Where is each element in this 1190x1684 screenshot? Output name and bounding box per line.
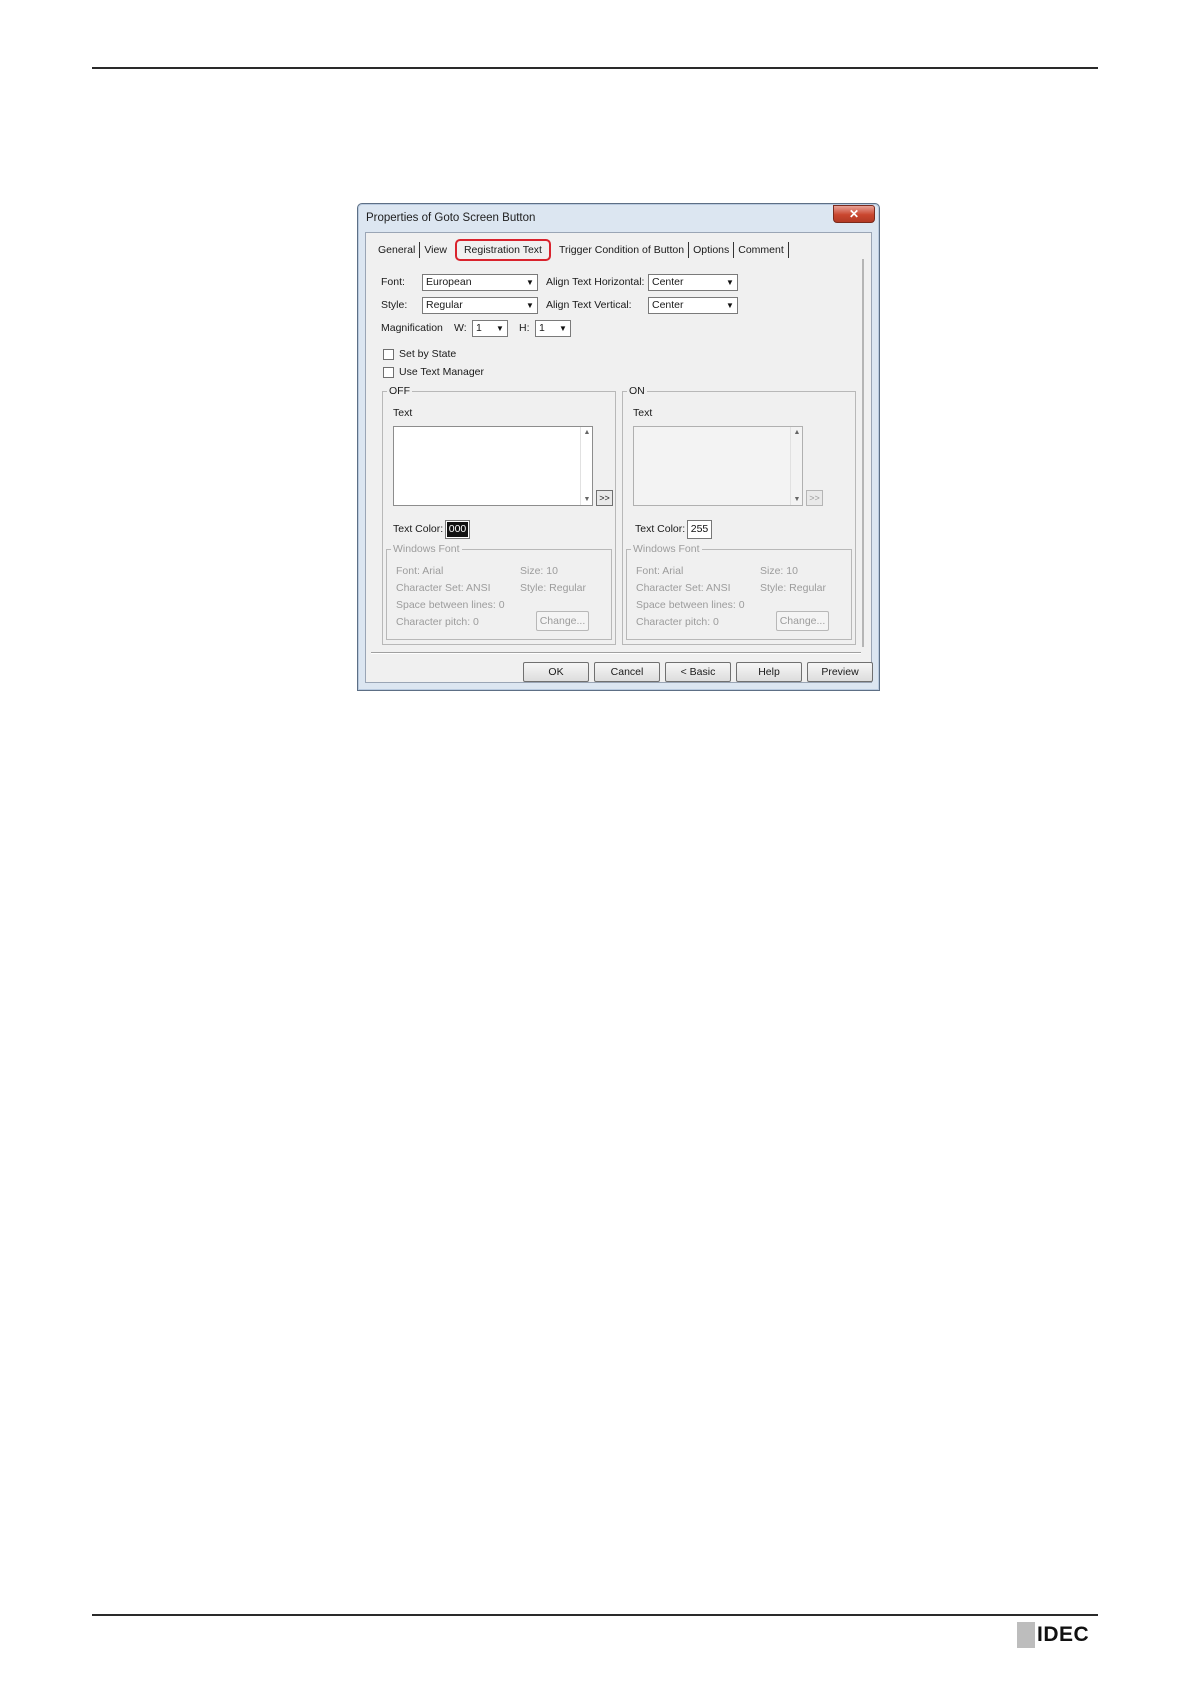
off-wf-spacing: Space between lines: 0 [396,599,505,611]
chevron-down-icon: ▼ [496,324,504,333]
on-windows-font-legend: Windows Font [631,543,702,555]
align-horizontal-select[interactable]: Center ▼ [648,274,738,291]
on-text-input[interactable]: ▲ ▼ [633,426,803,506]
tab-view[interactable]: View [420,242,451,258]
cancel-button[interactable]: Cancel [594,662,660,682]
close-button[interactable]: ✕ [833,205,875,223]
align-vertical-select[interactable]: Center ▼ [648,297,738,314]
tab-options[interactable]: Options [689,242,735,258]
title-bar: Properties of Goto Screen Button ✕ [358,204,879,232]
tab-general[interactable]: General [374,242,421,258]
on-windows-font-group: Windows Font Font: Arial Size: 10 Charac… [626,543,852,640]
off-text-input[interactable]: ▲ ▼ [393,426,593,506]
chevron-down-icon: ▼ [526,301,534,310]
magnification-h-select[interactable]: 1 ▼ [535,320,571,337]
logo-mark [1017,1622,1035,1648]
style-label: Style: [381,299,408,311]
tab-registration-text[interactable]: Registration Text [454,239,551,261]
off-group: OFF Text ▲ ▼ >> Text Color: 000 Windows … [382,385,616,645]
align-vertical-value: Center [652,299,684,311]
on-text-expand-button[interactable]: >> [806,490,823,506]
button-row-separator [371,652,861,654]
on-text-label: Text [633,407,653,419]
footer-rule [92,1614,1098,1616]
off-text-color-button[interactable]: 000 [445,520,470,539]
dialog-client-area: General View Registration Text Trigger C… [365,232,873,683]
align-horizontal-label: Align Text Horizontal: [546,276,645,288]
on-group: ON Text ▲ ▼ >> Text Color: 255 Windows F… [622,385,856,645]
font-select[interactable]: European ▼ [422,274,538,291]
header-rule [92,67,1098,69]
use-text-manager-label: Use Text Manager [399,366,485,378]
help-button[interactable]: Help [736,662,802,682]
magnification-label: Magnification [381,322,443,334]
magnification-w-select[interactable]: 1 ▼ [472,320,508,337]
on-wf-pitch: Character pitch: 0 [636,616,719,628]
on-group-legend: ON [627,385,647,397]
on-text-color-button[interactable]: 255 [687,520,712,539]
on-text-scrollbar[interactable]: ▲ ▼ [790,427,802,505]
magnification-h-value: 1 [539,322,545,334]
off-text-label: Text [393,407,413,419]
off-wf-charset: Character Set: ANSI [396,582,491,594]
dialog-title: Properties of Goto Screen Button [366,212,536,224]
off-change-font-button[interactable]: Change... [536,611,589,631]
tab-comment[interactable]: Comment [734,242,789,258]
on-wf-size: Size: 10 [760,565,798,577]
off-group-legend: OFF [387,385,412,397]
logo-text: IDEC [1037,1623,1090,1646]
use-text-manager-checkbox[interactable] [383,367,394,378]
chevron-down-icon: ▼ [559,324,567,333]
basic-button[interactable]: < Basic [665,662,731,682]
scroll-up-icon[interactable]: ▲ [791,429,803,436]
scroll-down-icon[interactable]: ▼ [791,496,803,503]
align-vertical-label: Align Text Vertical: [546,299,632,311]
set-by-state-checkbox[interactable] [383,349,394,360]
tab-page-edge [862,259,864,647]
off-wf-pitch: Character pitch: 0 [396,616,479,628]
off-text-scrollbar[interactable]: ▲ ▼ [580,427,592,505]
off-text-expand-button[interactable]: >> [596,490,613,506]
off-wf-style: Style: Regular [520,582,586,594]
style-select[interactable]: Regular ▼ [422,297,538,314]
font-select-value: European [426,276,472,288]
tab-strip: General View Registration Text Trigger C… [374,239,789,261]
chevron-down-icon: ▼ [526,278,534,287]
on-wf-style: Style: Regular [760,582,826,594]
on-text-color-label: Text Color: [635,523,686,535]
on-wf-charset: Character Set: ANSI [636,582,731,594]
set-by-state-label: Set by State [399,348,457,360]
ok-button[interactable]: OK [523,662,589,682]
off-wf-size: Size: 10 [520,565,558,577]
off-text-color-label: Text Color: [393,523,444,535]
scroll-up-icon[interactable]: ▲ [581,429,593,436]
off-windows-font-legend: Windows Font [391,543,462,555]
align-horizontal-value: Center [652,276,684,288]
preview-button[interactable]: Preview [807,662,873,682]
tab-trigger-condition[interactable]: Trigger Condition of Button [555,242,690,258]
font-label: Font: [381,276,405,288]
chevron-down-icon: ▼ [726,278,734,287]
style-select-value: Regular [426,299,463,311]
scroll-down-icon[interactable]: ▼ [581,496,593,503]
magnification-w-label: W: [454,322,467,334]
chevron-down-icon: ▼ [726,301,734,310]
magnification-h-label: H: [519,322,530,334]
properties-dialog: Properties of Goto Screen Button ✕ Gener… [357,203,880,691]
on-wf-spacing: Space between lines: 0 [636,599,745,611]
idec-logo: IDEC [1017,1622,1089,1648]
on-change-font-button[interactable]: Change... [776,611,829,631]
off-windows-font-group: Windows Font Font: Arial Size: 10 Charac… [386,543,612,640]
magnification-w-value: 1 [476,322,482,334]
off-wf-font: Font: Arial [396,565,444,577]
on-wf-font: Font: Arial [636,565,684,577]
